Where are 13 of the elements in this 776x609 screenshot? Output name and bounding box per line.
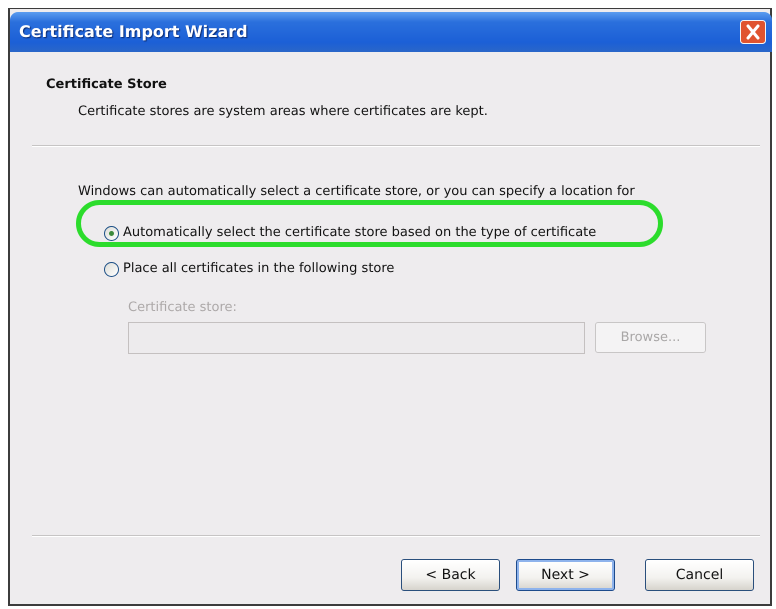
back-button[interactable]: < Back (401, 559, 500, 591)
window-title: Certificate Import Wizard (19, 22, 248, 42)
option-label[interactable]: Automatically select the certificate store based on the type of certificate (123, 224, 596, 242)
close-icon[interactable] (740, 20, 766, 44)
header-title: Certificate Store (46, 76, 168, 94)
intro-text: Windows can automatically select a certificate store, or you can specify a location for (78, 183, 636, 201)
option-label[interactable]: Place all certificates in the following store (123, 260, 394, 278)
next-button[interactable]: Next > (516, 559, 615, 591)
header-description: Certificate stores are system areas where certificates are kept. (77, 103, 489, 121)
cancel-button[interactable]: Cancel (645, 559, 754, 591)
field-label: Certificate store: (128, 299, 238, 317)
radio-button[interactable] (104, 262, 119, 276)
radio-button[interactable] (104, 226, 119, 240)
